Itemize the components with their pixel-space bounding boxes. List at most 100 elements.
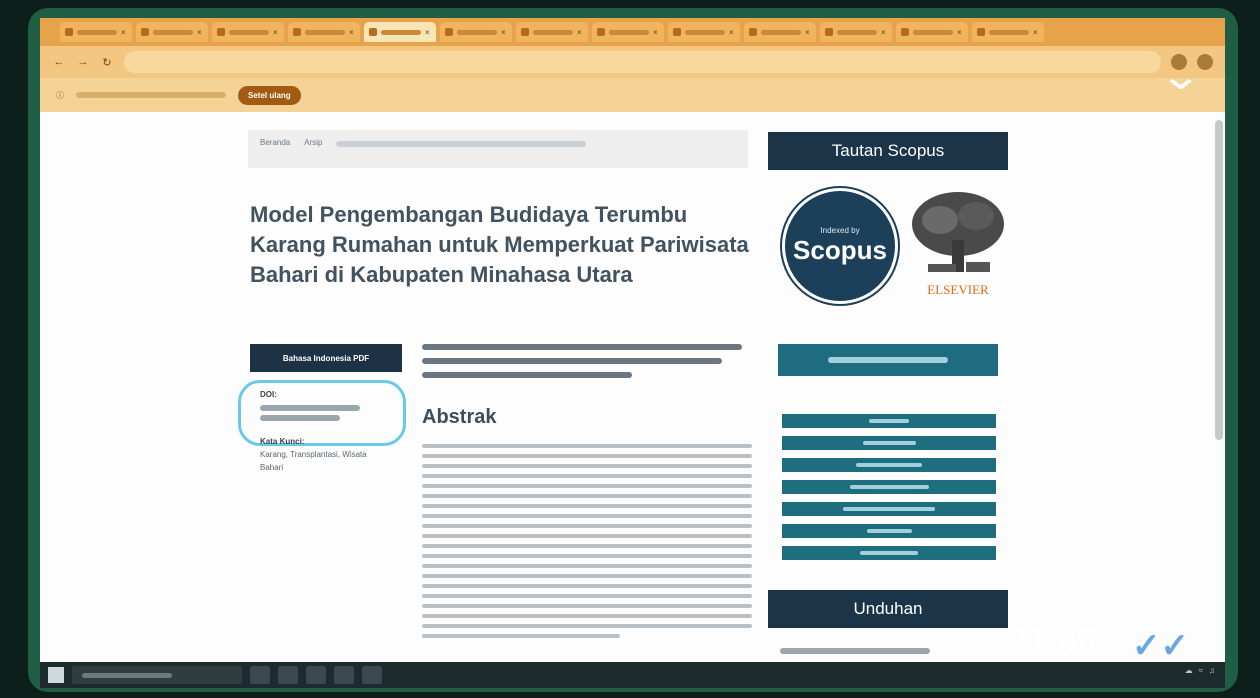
address-bar[interactable] (124, 51, 1161, 73)
abstract-line (422, 544, 752, 548)
browser-tab[interactable]: × (820, 22, 892, 42)
abstract-line (422, 594, 752, 598)
scopus-heading: Tautan Scopus (768, 132, 1008, 170)
abstract-line (422, 564, 752, 568)
abstract-line (422, 464, 752, 468)
taskbar-search[interactable] (72, 666, 242, 684)
tab-close-icon[interactable]: × (805, 28, 810, 37)
volume-icon[interactable]: ♫ (1209, 666, 1215, 675)
tab-favicon-icon (141, 28, 149, 36)
system-tray: ☁ ≈ ♫ (1185, 666, 1215, 675)
tab-close-icon[interactable]: × (197, 28, 202, 37)
breadcrumb-archive[interactable]: Arsip (304, 138, 322, 160)
pdf-download-button[interactable]: Bahasa Indonesia PDF (250, 344, 402, 372)
page-title: Model Pengembangan Budidaya Terumbu Kara… (250, 202, 749, 287)
tab-close-icon[interactable]: × (1033, 28, 1038, 37)
browser-tab[interactable]: × (972, 22, 1044, 42)
tab-close-icon[interactable]: × (577, 28, 582, 37)
browser-tab[interactable]: × (60, 22, 132, 42)
abstract-line (422, 444, 752, 448)
web-page: Beranda Arsip Model Pengembangan Budiday… (40, 112, 1225, 662)
tab-label (305, 29, 345, 35)
browser-tab[interactable]: × (136, 22, 208, 42)
info-icon: ⓘ (56, 90, 64, 100)
browser-tab-bar: × × × × × × × × × × × × × (40, 18, 1225, 46)
abstract-line (422, 494, 752, 498)
wifi-icon[interactable]: ≈ (1199, 666, 1203, 675)
sidebar-menu-item[interactable] (782, 436, 996, 450)
browser-tab[interactable]: × (440, 22, 512, 42)
sidebar-menu-item[interactable] (782, 458, 996, 472)
scrollbar[interactable] (1215, 120, 1223, 440)
tab-label (457, 29, 497, 35)
sidebar-menu-item[interactable] (782, 502, 996, 516)
tab-close-icon[interactable]: × (273, 28, 278, 37)
sidebar-menu-item[interactable] (782, 546, 996, 560)
doi-link[interactable] (260, 405, 360, 411)
keywords-label: Kata Kunci: (260, 437, 305, 446)
chevron-down-icon[interactable]: ⌄ (1159, 56, 1203, 96)
breadcrumb-home[interactable]: Beranda (260, 138, 290, 160)
tab-label (913, 29, 953, 35)
tab-label (77, 29, 117, 35)
tab-favicon-icon (749, 28, 757, 36)
browser-tab[interactable]: × (364, 22, 436, 42)
sidebar-menu-item[interactable] (782, 480, 996, 494)
tab-favicon-icon (901, 28, 909, 36)
reload-icon[interactable]: ↻ (100, 55, 114, 69)
weather-icon[interactable]: ☁ (1185, 666, 1193, 675)
sidebar-menu-item[interactable] (782, 414, 996, 428)
sidebar-main-button[interactable] (778, 344, 998, 376)
taskbar-app-2[interactable] (278, 666, 298, 684)
forward-icon[interactable]: → (76, 55, 90, 69)
taskbar-app-3[interactable] (306, 666, 326, 684)
double-check-icon: ✓✓ (1132, 627, 1189, 665)
tab-close-icon[interactable]: × (501, 28, 506, 37)
tab-favicon-icon (521, 28, 529, 36)
tab-close-icon[interactable]: × (121, 28, 126, 37)
tab-favicon-icon (65, 28, 73, 36)
tab-close-icon[interactable]: × (425, 28, 430, 37)
taskbar-app-1[interactable] (250, 666, 270, 684)
unduhan-heading: Unduhan (768, 590, 1008, 628)
infobar-button[interactable]: Setel ulang (238, 85, 301, 105)
keywords-value: Karang, Transplantasi, Wisata Bahari (260, 450, 367, 472)
browser-tab[interactable]: × (516, 22, 588, 42)
tab-close-icon[interactable]: × (881, 28, 886, 37)
browser-tab[interactable]: × (592, 22, 664, 42)
doi-link-cont[interactable] (260, 415, 340, 421)
tab-favicon-icon (673, 28, 681, 36)
browser-tab[interactable]: × (212, 22, 284, 42)
tab-close-icon[interactable]: × (349, 28, 354, 37)
taskbar-app-5[interactable] (362, 666, 382, 684)
windows-start-icon[interactable] (48, 667, 64, 683)
abstract-line (422, 484, 752, 488)
browser-tab[interactable]: × (668, 22, 740, 42)
browser-tab[interactable]: × (744, 22, 816, 42)
abstract-line (422, 584, 752, 588)
article-meta: DOI: Kata Kunci: Karang, Transplantasi, … (260, 388, 390, 474)
tab-close-icon[interactable]: × (729, 28, 734, 37)
sidebar-menu (782, 414, 996, 568)
abstract-line (422, 614, 752, 618)
browser-tab[interactable]: × (288, 22, 360, 42)
scopus-logo[interactable]: Indexed by Scopus (782, 188, 898, 304)
abstract-line (422, 454, 752, 458)
abstract-line (422, 634, 620, 638)
tab-close-icon[interactable]: × (653, 28, 658, 37)
taskbar-app-4[interactable] (334, 666, 354, 684)
unduhan-link[interactable] (780, 648, 930, 656)
sidebar-menu-item[interactable] (782, 524, 996, 538)
back-icon[interactable]: ← (52, 55, 66, 69)
browser-tab[interactable]: × (896, 22, 968, 42)
video-frame: × × × × × × × × × × × × × ← → ↻ ⓘ Setel ulang ⌄ Bera… (28, 8, 1238, 692)
tab-label (761, 29, 801, 35)
tab-label (609, 29, 649, 35)
tab-label (989, 29, 1029, 35)
tab-close-icon[interactable]: × (957, 28, 962, 37)
browser-infobar: ⓘ Setel ulang (40, 78, 1225, 112)
tab-favicon-icon (825, 28, 833, 36)
abstract-line (422, 534, 752, 538)
overlay-clock: 21.46 (1008, 622, 1099, 660)
infobar-message (76, 92, 226, 98)
